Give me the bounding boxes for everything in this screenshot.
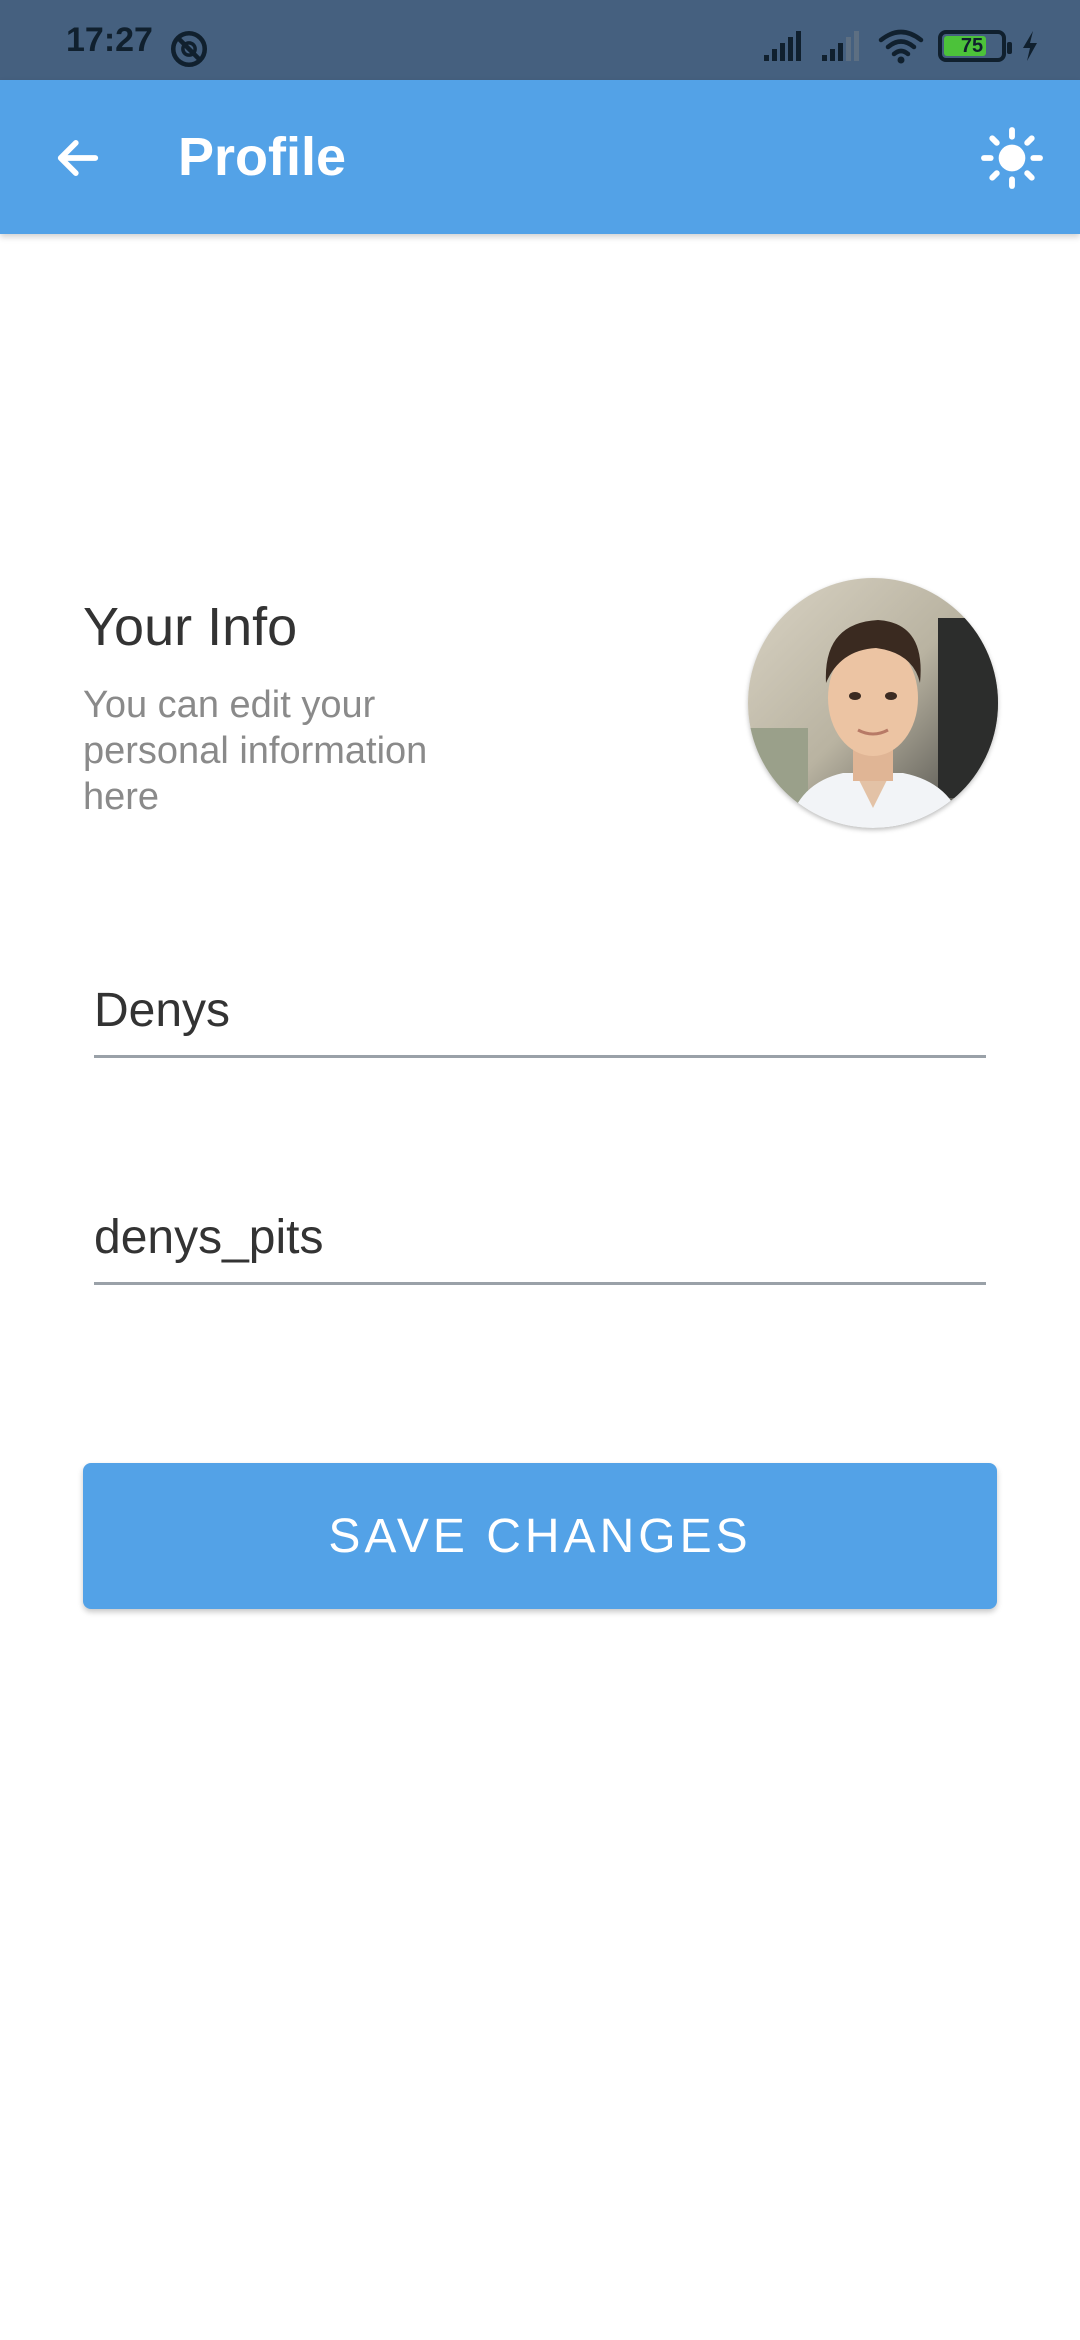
theme-toggle-button[interactable] (972, 118, 1052, 198)
wifi-icon (878, 29, 924, 64)
battery-level: 75 (960, 35, 984, 57)
do-not-disturb-icon (170, 30, 208, 68)
username-field[interactable] (94, 1195, 986, 1285)
info-description: You can edit your personal information h… (83, 684, 428, 818)
battery-nub (1007, 42, 1012, 54)
username-input[interactable] (94, 1195, 986, 1279)
battery-icon: 75 (938, 30, 1012, 62)
page-title: Profile (178, 127, 347, 187)
signal-icon (822, 31, 859, 61)
status-time: 17:27 (66, 21, 153, 59)
avatar-photo (748, 578, 998, 828)
name-field[interactable] (94, 968, 986, 1058)
sun-icon (981, 127, 1043, 189)
arrow-left-icon (57, 140, 99, 176)
signal-icon (764, 31, 801, 61)
status-icons: 75 (762, 22, 1040, 70)
charging-icon (1023, 31, 1037, 61)
name-input[interactable] (94, 968, 986, 1052)
avatar[interactable] (748, 578, 998, 828)
save-changes-button[interactable]: SAVE CHANGES (83, 1463, 997, 1609)
info-title: Your Info (83, 597, 298, 657)
app-bar: Profile (0, 80, 1080, 234)
back-button[interactable] (40, 120, 116, 196)
status-bar: 17:27 75 (0, 0, 1080, 80)
